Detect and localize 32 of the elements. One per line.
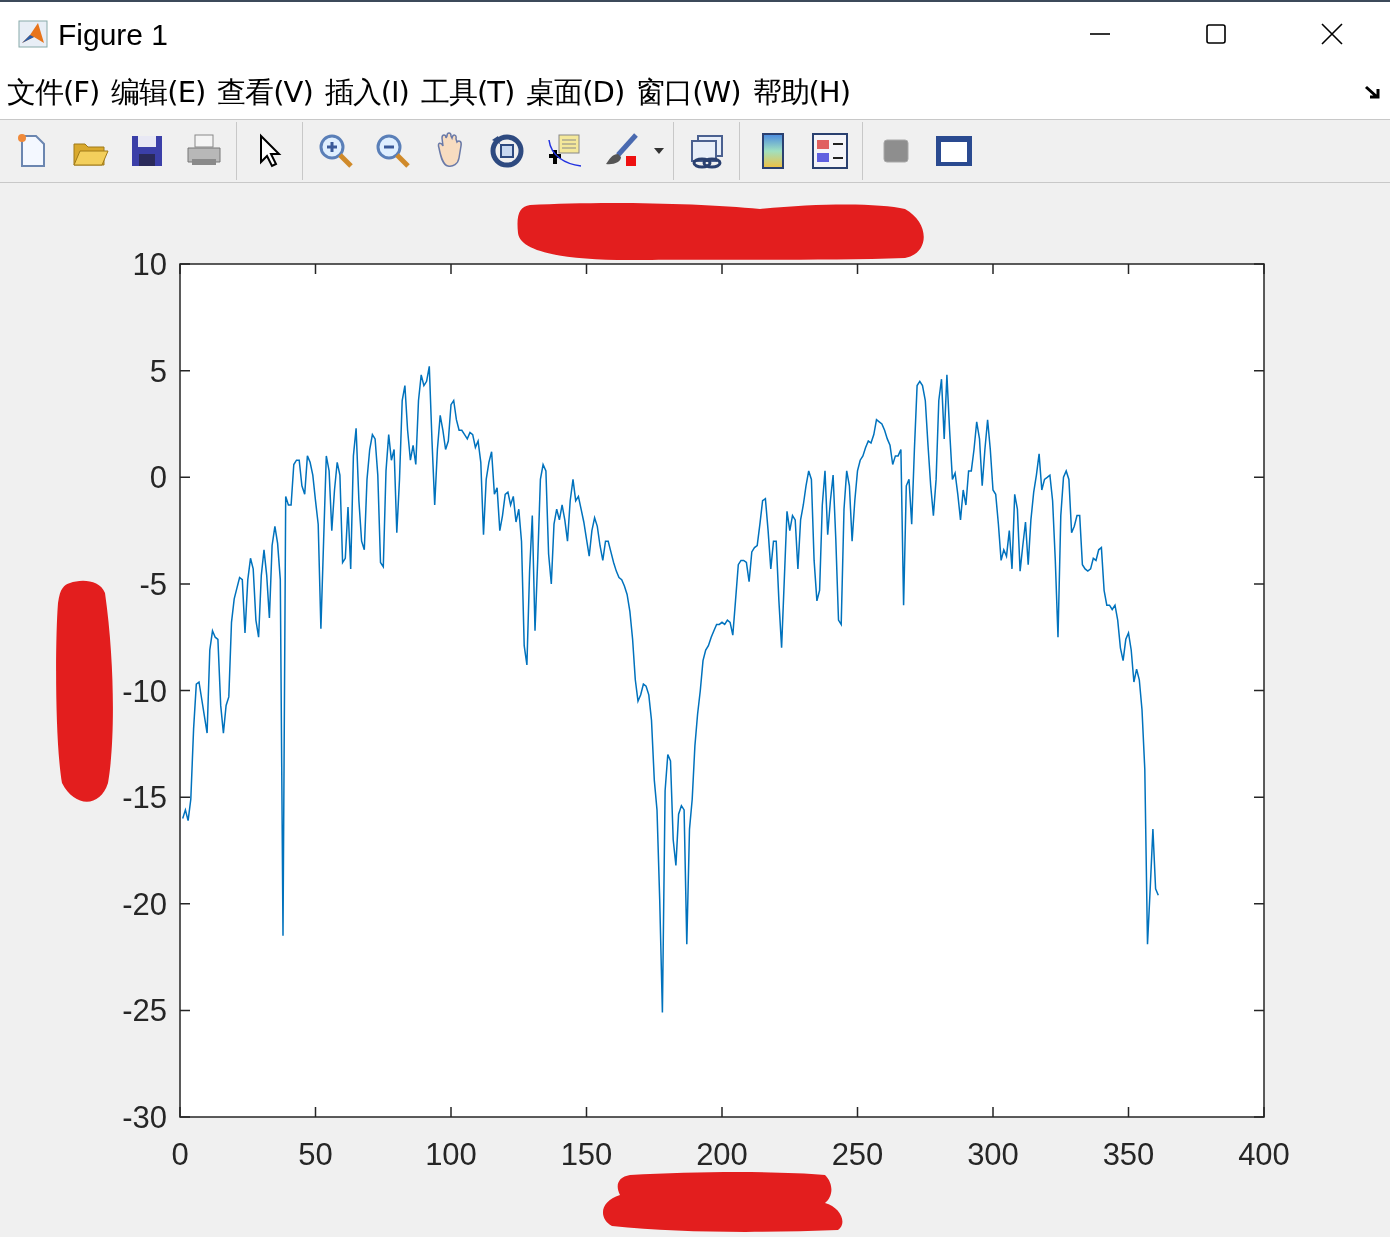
tick-label: -5 bbox=[139, 566, 167, 602]
menu-item[interactable]: 插入(I) bbox=[321, 70, 418, 115]
tick-label: 250 bbox=[831, 1137, 884, 1172]
tick-label: 50 bbox=[298, 1137, 333, 1172]
tick-label: 10 bbox=[132, 247, 167, 282]
tick-label: 150 bbox=[560, 1137, 613, 1172]
tick-label: 100 bbox=[425, 1137, 477, 1172]
menu-item[interactable]: 工具(T) bbox=[417, 70, 524, 115]
menu-item[interactable]: 帮助(H) bbox=[749, 70, 859, 115]
window-title: Figure 1 bbox=[58, 16, 169, 53]
menu-item[interactable]: 桌面(D) bbox=[523, 70, 634, 115]
tick-label: 5 bbox=[149, 353, 167, 389]
legend-icon[interactable] bbox=[810, 132, 849, 170]
tick-label: -25 bbox=[122, 993, 167, 1029]
tick-label: 0 bbox=[149, 460, 167, 496]
tick-label: 300 bbox=[967, 1137, 1019, 1172]
tick-label: 0 bbox=[171, 1137, 189, 1172]
tick-label: -10 bbox=[122, 673, 167, 709]
maximize-icon[interactable] bbox=[1205, 23, 1227, 45]
tick-label: -30 bbox=[122, 1100, 167, 1135]
dock-arrow-icon[interactable] bbox=[1364, 85, 1382, 102]
tick-label: 400 bbox=[1238, 1137, 1290, 1172]
close-icon[interactable] bbox=[1321, 23, 1343, 45]
menu-item[interactable]: 文件(F) bbox=[4, 70, 109, 115]
menu-item[interactable]: 查看(V) bbox=[214, 70, 322, 115]
app-logo-icon bbox=[18, 19, 48, 49]
tick-label: -15 bbox=[122, 780, 167, 816]
menu-item[interactable]: 编辑(E) bbox=[108, 70, 215, 115]
tick-label: 200 bbox=[696, 1137, 748, 1172]
tick-label: 350 bbox=[1102, 1137, 1155, 1172]
tick-label: -20 bbox=[122, 886, 167, 922]
menu-item[interactable]: 窗口(W) bbox=[633, 70, 750, 115]
